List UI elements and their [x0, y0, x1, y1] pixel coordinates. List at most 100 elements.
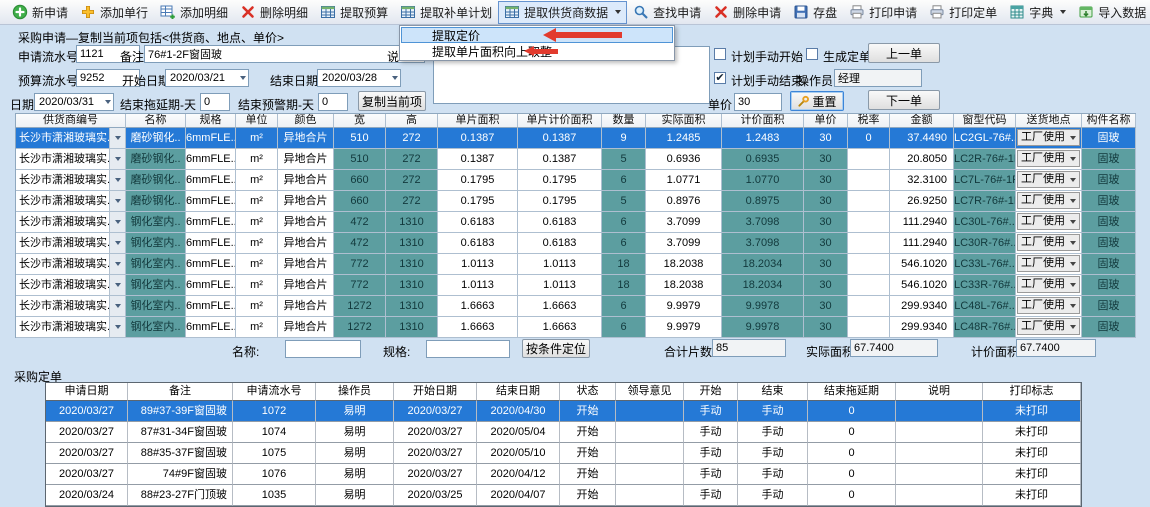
column-header[interactable]: 单价 [804, 114, 848, 128]
supplier-combo-cell[interactable]: 长沙市潇湘玻璃实... [16, 275, 126, 296]
reset-button[interactable]: 重置 [790, 91, 844, 111]
column-header[interactable]: 结束 [738, 383, 808, 401]
table-row[interactable]: 长沙市潇湘玻璃实...钢化室内..6mmFLE..m²异地合片47213100.… [16, 233, 1136, 254]
date-combo[interactable]: 2020/03/31 [34, 93, 114, 111]
chevron-down-icon[interactable] [109, 128, 125, 148]
price-input[interactable] [734, 93, 782, 111]
delivery-place-dropdown[interactable]: 工厂使用 [1017, 213, 1080, 230]
column-header[interactable]: 窗型代码 [954, 114, 1016, 128]
table-row[interactable]: 长沙市潇湘玻璃实...钢化室内..6mmFLE..m²异地合片77213101.… [16, 254, 1136, 275]
column-header[interactable]: 实际面积 [646, 114, 722, 128]
chevron-down-icon[interactable] [109, 233, 125, 253]
column-header[interactable]: 送货地点 [1016, 114, 1082, 128]
column-header[interactable]: 颜色 [278, 114, 334, 128]
toolbar-button-11[interactable]: 打印申请 [843, 1, 923, 24]
toolbar-button-5[interactable]: 提取预算 [314, 1, 394, 24]
copy-current-button[interactable]: 复制当前项 [358, 91, 426, 111]
column-header[interactable]: 规格 [186, 114, 236, 128]
delivery-place-dropdown[interactable]: 工厂使用 [1017, 129, 1080, 146]
table-row[interactable]: 2020/03/2789#37-39F窗固玻1072易明2020/03/2720… [46, 401, 1081, 422]
table-row[interactable]: 长沙市潇湘玻璃实...钢化室内..6mmFLE..m²异地合片127213101… [16, 296, 1136, 317]
next-order-button[interactable]: 下一单 [868, 90, 940, 110]
column-header[interactable]: 开始 [684, 383, 738, 401]
delivery-place-dropdown[interactable]: 工厂使用 [1017, 234, 1080, 251]
column-header[interactable]: 状态 [560, 383, 616, 401]
column-header[interactable]: 申请日期 [46, 383, 128, 401]
column-header[interactable]: 领导意见 [616, 383, 684, 401]
supplier-combo-cell[interactable]: 长沙市潇湘玻璃实... [16, 128, 126, 149]
column-header[interactable]: 税率 [848, 114, 890, 128]
column-header[interactable]: 说明 [896, 383, 983, 401]
delivery-place-dropdown[interactable]: 工厂使用 [1017, 255, 1080, 272]
filter-spec-input[interactable] [426, 340, 510, 358]
column-header[interactable]: 操作员 [316, 383, 394, 401]
delivery-place-dropdown[interactable]: 工厂使用 [1017, 318, 1080, 335]
toolbar-button-12[interactable]: 打印定单 [923, 1, 1003, 24]
column-header[interactable]: 结束拖延期 [808, 383, 896, 401]
gen-order-checkbox[interactable] [806, 48, 818, 60]
column-header[interactable]: 名称 [126, 114, 186, 128]
menu-item-1[interactable]: 提取定价 [401, 27, 673, 43]
toolbar-button-1[interactable]: 新申请 [6, 1, 74, 24]
toolbar-button-9[interactable]: 删除申请 [707, 1, 787, 24]
table-row[interactable]: 长沙市潇湘玻璃实...钢化室内..6mmFLE..m²异地合片47213100.… [16, 212, 1136, 233]
remark-input[interactable] [144, 45, 425, 63]
supplier-combo-cell[interactable]: 长沙市潇湘玻璃实... [16, 233, 126, 254]
column-header[interactable]: 宽 [334, 114, 386, 128]
table-row[interactable]: 长沙市潇湘玻璃实...钢化室内..6mmFLE..m²异地合片77213101.… [16, 275, 1136, 296]
delivery-place-dropdown[interactable]: 工厂使用 [1017, 171, 1080, 188]
column-header[interactable]: 单片面积 [438, 114, 518, 128]
toolbar-button-8[interactable]: 查找申请 [627, 1, 707, 24]
table-row[interactable]: 2020/03/2788#35-37F窗固玻1075易明2020/03/2720… [46, 443, 1081, 464]
column-header[interactable]: 打印标志 [983, 383, 1081, 401]
column-header[interactable]: 结束日期 [477, 383, 560, 401]
manual-end-checkbox[interactable]: ✔ [714, 72, 726, 84]
chevron-down-icon[interactable] [109, 296, 125, 316]
table-row[interactable]: 2020/03/2787#31-34F窗固玻1074易明2020/03/2720… [46, 422, 1081, 443]
manual-start-checkbox[interactable] [714, 48, 726, 60]
column-header[interactable]: 单片计价面积 [518, 114, 602, 128]
total-pieces-input[interactable] [712, 339, 786, 357]
operator-input[interactable] [834, 69, 922, 87]
column-header[interactable]: 构件名称 [1082, 114, 1136, 128]
column-header[interactable]: 单位 [236, 114, 278, 128]
toolbar-button-4[interactable]: 删除明细 [234, 1, 314, 24]
chevron-down-icon[interactable] [109, 317, 125, 337]
supplier-combo-cell[interactable]: 长沙市潇湘玻璃实... [16, 170, 126, 191]
delivery-place-dropdown[interactable]: 工厂使用 [1017, 276, 1080, 293]
column-header[interactable]: 计价面积 [722, 114, 804, 128]
chevron-down-icon[interactable] [109, 149, 125, 169]
priced-area-input[interactable] [1016, 339, 1096, 357]
toolbar-button-6[interactable]: 提取补单计划 [394, 1, 498, 24]
supplier-combo-cell[interactable]: 长沙市潇湘玻璃实... [16, 149, 126, 170]
start-date-combo[interactable]: 2020/03/21 [165, 69, 249, 87]
column-header[interactable]: 申请流水号 [233, 383, 316, 401]
table-row[interactable]: 长沙市潇湘玻璃实...磨砂钢化..6mmFLE..m²异地合片5102720.1… [16, 149, 1136, 170]
end-date-combo[interactable]: 2020/03/28 [317, 69, 401, 87]
locate-button[interactable]: 按条件定位 [522, 339, 590, 358]
column-header[interactable]: 金额 [890, 114, 954, 128]
chevron-down-icon[interactable] [109, 191, 125, 211]
supplier-combo-cell[interactable]: 长沙市潇湘玻璃实... [16, 212, 126, 233]
column-header[interactable]: 供货商编号 [16, 114, 126, 128]
delivery-place-dropdown[interactable]: 工厂使用 [1017, 150, 1080, 167]
actual-area-input[interactable] [850, 339, 938, 357]
prev-order-button[interactable]: 上一单 [868, 43, 940, 63]
toolbar-button-10[interactable]: 存盘 [787, 1, 843, 24]
supplier-combo-cell[interactable]: 长沙市潇湘玻璃实... [16, 191, 126, 212]
table-row[interactable]: 长沙市潇湘玻璃实...钢化室内..6mmFLE..m²异地合片127213101… [16, 317, 1136, 338]
end-warn-input[interactable] [318, 93, 348, 111]
column-header[interactable]: 开始日期 [394, 383, 477, 401]
column-header[interactable]: 高 [386, 114, 438, 128]
supplier-combo-cell[interactable]: 长沙市潇湘玻璃实... [16, 317, 126, 338]
column-header[interactable]: 备注 [128, 383, 233, 401]
delivery-place-dropdown[interactable]: 工厂使用 [1017, 297, 1080, 314]
supplier-combo-cell[interactable]: 长沙市潇湘玻璃实... [16, 296, 126, 317]
table-row[interactable]: 2020/03/2774#9F窗固玻1076易明2020/03/272020/0… [46, 464, 1081, 485]
table-row[interactable]: 长沙市潇湘玻璃实...磨砂钢化..6mmFLE..m²异地合片6602720.1… [16, 170, 1136, 191]
chevron-down-icon[interactable] [109, 254, 125, 274]
toolbar-button-2[interactable]: 添加单行 [74, 1, 154, 24]
supplier-combo-cell[interactable]: 长沙市潇湘玻璃实... [16, 254, 126, 275]
toolbar-button-13[interactable]: 字典 [1003, 1, 1072, 24]
table-row[interactable]: 长沙市潇湘玻璃实...磨砂钢化..6mmFLE..m²异地合片5102720.1… [16, 128, 1136, 149]
